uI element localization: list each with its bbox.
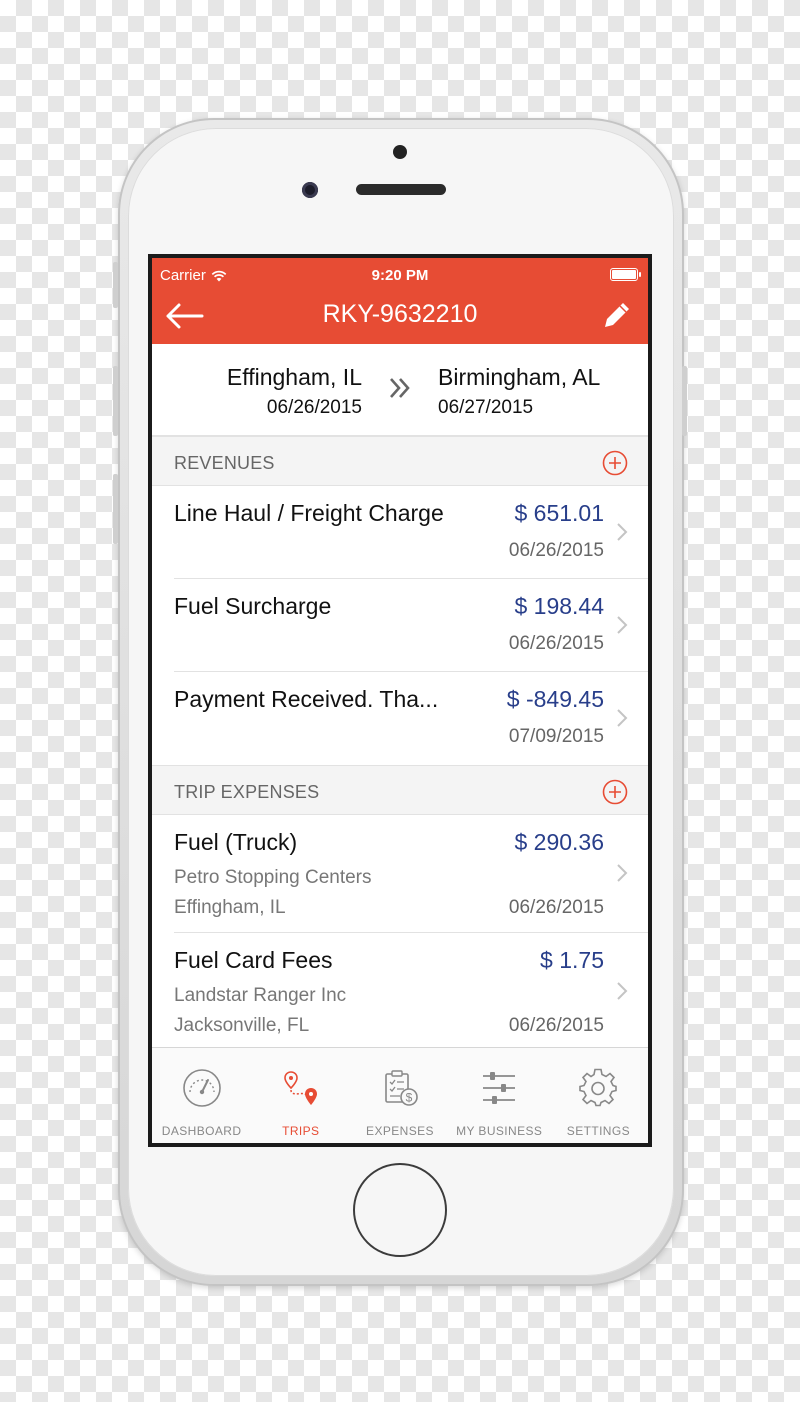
double-chevron-right-icon — [390, 378, 410, 398]
revenue-title: Line Haul / Freight Charge — [174, 500, 444, 526]
revenue-title: Payment Received. Tha... — [174, 686, 439, 712]
trip-route: Effingham, IL 06/26/2015 Birmingham, AL … — [152, 344, 648, 436]
tab-settings[interactable]: SETTINGS — [549, 1048, 648, 1143]
tab-label: EXPENSES — [366, 1124, 434, 1138]
revenue-title: Fuel Surcharge — [174, 593, 332, 619]
tab-label: SETTINGS — [566, 1124, 631, 1138]
expense-date: 06/26/2015 — [508, 1015, 604, 1036]
speedometer-icon — [182, 1069, 221, 1107]
tab-my-business[interactable]: MY BUSINESS — [450, 1048, 549, 1143]
svg-text:$: $ — [406, 1091, 413, 1105]
expense-date: 06/26/2015 — [508, 897, 604, 918]
expense-amount: $ 1.75 — [540, 947, 604, 973]
home-button[interactable] — [353, 1163, 447, 1257]
volume-up-button — [113, 366, 118, 436]
revenues-section-header: REVENUES — [152, 436, 648, 486]
front-camera — [302, 182, 318, 198]
add-expense-icon[interactable] — [602, 779, 628, 805]
expense-vendor: Petro Stopping Centers — [174, 867, 372, 888]
revenue-amount: $ 198.44 — [514, 593, 604, 619]
chevron-right-icon — [617, 864, 628, 882]
expense-row[interactable]: Fuel (Truck) $ 290.36 Petro Stopping Cen… — [152, 815, 648, 933]
origin-date: 06/26/2015 — [266, 397, 362, 418]
section-title: REVENUES — [174, 453, 275, 473]
route-pin-icon — [283, 1071, 317, 1105]
expense-location: Effingham, IL — [174, 897, 286, 918]
expense-location: Jacksonville, FL — [174, 1015, 310, 1036]
app-view: Carrier 9:20 PM RKY-9632210 Effingham, I… — [152, 258, 648, 1143]
destination-date: 06/27/2015 — [438, 397, 534, 418]
tab-expenses[interactable]: $ EXPENSES — [350, 1048, 449, 1143]
revenue-date: 06/26/2015 — [508, 633, 604, 654]
chevron-right-icon — [617, 709, 628, 727]
sliders-icon — [483, 1072, 516, 1104]
revenue-row[interactable]: Fuel Surcharge $ 198.44 06/26/2015 — [152, 579, 648, 672]
add-revenue-icon[interactable] — [602, 450, 628, 476]
chevron-right-icon — [617, 982, 628, 1000]
expense-vendor: Landstar Ranger Inc — [174, 985, 347, 1006]
revenue-row[interactable]: Line Haul / Freight Charge $ 651.01 06/2… — [152, 486, 648, 579]
page-title: RKY-9632210 — [322, 300, 478, 328]
volume-down-button — [113, 474, 118, 544]
tab-label: DASHBOARD — [161, 1124, 242, 1138]
expense-amount: $ 290.36 — [514, 829, 604, 855]
chevron-right-icon — [617, 523, 628, 541]
revenue-row[interactable]: Payment Received. Tha... $ -849.45 07/09… — [152, 672, 648, 765]
tab-trips[interactable]: TRIPS — [251, 1048, 350, 1143]
route-destination: Birmingham, AL 06/27/2015 — [438, 364, 600, 419]
expense-title: Fuel Card Fees — [174, 947, 333, 973]
revenue-amount: $ 651.01 — [514, 500, 604, 526]
earpiece — [356, 184, 446, 195]
expense-row[interactable]: Fuel Card Fees $ 1.75 Landstar Ranger In… — [152, 933, 648, 1051]
screen: Carrier 9:20 PM RKY-9632210 Effingham, I… — [148, 254, 652, 1147]
proximity-sensor — [393, 145, 407, 159]
status-bar: Carrier 9:20 PM — [152, 258, 648, 292]
origin-city: Effingham, IL — [226, 364, 362, 390]
expenses-section-header: TRIP EXPENSES — [152, 765, 648, 815]
mute-switch — [113, 262, 118, 308]
power-button — [682, 366, 687, 436]
route-origin: Effingham, IL 06/26/2015 — [227, 364, 362, 419]
back-arrow-icon[interactable] — [162, 300, 206, 332]
tab-label: MY BUSINESS — [456, 1124, 543, 1138]
expense-title: Fuel (Truck) — [174, 829, 298, 855]
status-time: 9:20 PM — [371, 267, 429, 284]
revenue-date: 06/26/2015 — [508, 540, 604, 561]
pencil-icon[interactable] — [600, 298, 634, 332]
tab-dashboard[interactable]: DASHBOARD — [152, 1048, 251, 1143]
revenue-amount: $ -849.45 — [506, 686, 604, 712]
battery-icon — [610, 268, 641, 281]
tab-bar: DASHBOARD TRIPS $ EXPENSES MY BUSINESS S… — [152, 1047, 648, 1143]
gear-icon — [579, 1068, 618, 1107]
tab-label: TRIPS — [282, 1124, 320, 1138]
receipt-dollar-icon: $ — [385, 1070, 418, 1106]
chevron-right-icon — [617, 616, 628, 634]
section-title: TRIP EXPENSES — [174, 782, 320, 802]
destination-city: Birmingham, AL — [438, 364, 601, 390]
revenue-date: 07/09/2015 — [508, 726, 604, 747]
app-header: Carrier 9:20 PM RKY-9632210 — [152, 258, 648, 344]
